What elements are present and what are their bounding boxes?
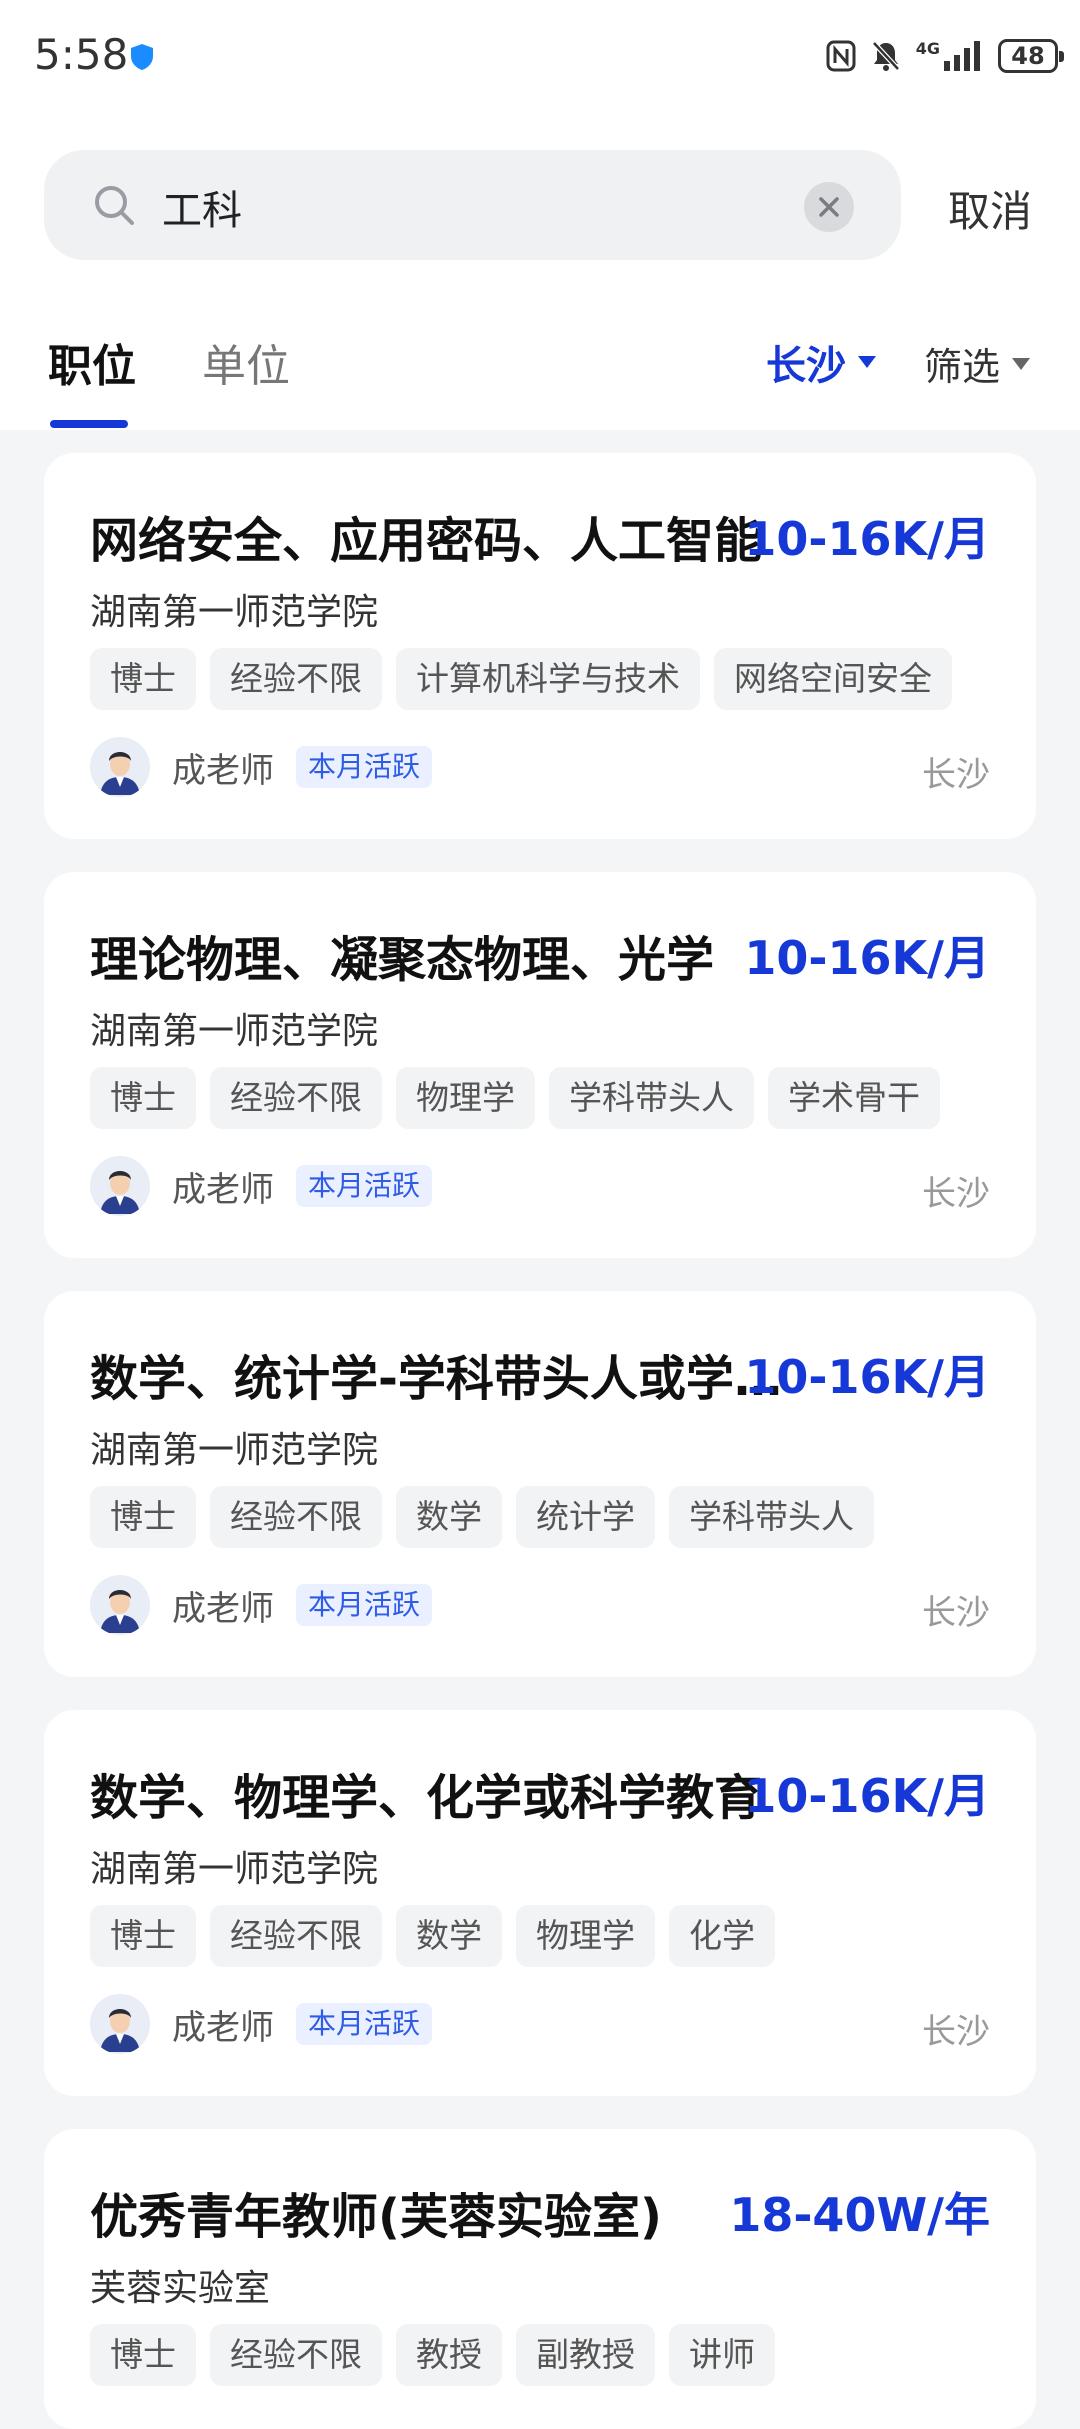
job-tag: 博士 [90, 2324, 196, 2386]
city-filter-label: 长沙 [766, 343, 846, 389]
job-tag: 教授 [396, 2324, 502, 2386]
job-city: 长沙 [922, 755, 990, 795]
job-tag: 博士 [90, 1905, 196, 1967]
caret-down-icon [1012, 357, 1031, 370]
job-title: 优秀青年教师(芙蓉实验室) [90, 2189, 662, 2245]
job-tag: 博士 [90, 648, 196, 710]
job-tag: 化学 [669, 1905, 775, 1967]
job-card[interactable]: 理论物理、凝聚态物理、光学 10-16K/月湖南第一师范学院博士 经验不限 物理学 学科… [44, 872, 1036, 1258]
battery-icon: 48 [998, 39, 1064, 73]
job-salary: 10-16K/月 [744, 512, 990, 566]
job-city: 长沙 [922, 1593, 990, 1633]
job-title: 理论物理、凝聚态物理、光学 [90, 932, 715, 988]
job-tag: 经验不限 [210, 1486, 382, 1548]
employer-name: 湖南第一师范学院 [90, 1430, 379, 1471]
job-tag: 经验不限 [210, 2324, 382, 2386]
nfc-icon [826, 40, 856, 72]
job-tag: 物理学 [396, 1067, 535, 1129]
mute-bell-icon [871, 41, 900, 71]
status-badge: 本月活跃 [296, 746, 433, 788]
tab-employers[interactable]: 单位 [202, 330, 290, 394]
cancel-button[interactable]: 取消 [948, 178, 1032, 239]
job-city: 长沙 [922, 1174, 990, 1214]
caret-down-icon [858, 356, 876, 368]
job-tag: 统计学 [516, 1486, 655, 1548]
job-tag: 学科带头人 [669, 1486, 874, 1548]
recruiter-info: 成老师 本月活跃 [90, 1156, 433, 1216]
job-salary: 18-40W/年 [729, 2188, 990, 2242]
avatar [90, 737, 150, 797]
job-salary: 10-16K/月 [744, 1769, 990, 1823]
shield-icon [131, 44, 153, 70]
employer-name: 湖南第一师范学院 [90, 1849, 379, 1890]
job-tags: 博士 经验不限 数学 统计学 学科带头人 [90, 1486, 874, 1548]
job-tag: 经验不限 [210, 1905, 382, 1967]
avatar [90, 1156, 150, 1216]
recruiter-name: 成老师 [172, 1169, 274, 1210]
close-icon [819, 197, 839, 217]
signal-icon: 4G [916, 41, 984, 71]
job-title: 数学、物理学、化学或科学教育 [90, 1770, 763, 1826]
avatar [90, 1575, 150, 1635]
status-badge: 本月活跃 [296, 2003, 433, 2045]
tab-positions[interactable]: 职位 [48, 330, 136, 394]
search-input[interactable]: 工科 [44, 150, 901, 260]
job-title: 数学、统计学-学科带头人或学术骨干 [90, 1351, 790, 1407]
job-tag: 学术骨干 [768, 1067, 940, 1129]
recruiter-info: 成老师 本月活跃 [90, 737, 433, 797]
recruiter-info: 成老师 本月活跃 [90, 1994, 433, 2054]
job-tag: 讲师 [669, 2324, 775, 2386]
status-badge: 本月活跃 [296, 1165, 433, 1207]
active-tab-indicator [50, 420, 128, 428]
recruiter-name: 成老师 [172, 750, 274, 791]
screen-filter[interactable]: 筛选 [924, 336, 1031, 391]
city-filter[interactable]: 长沙 [766, 333, 876, 391]
job-tag: 数学 [396, 1905, 502, 1967]
recruiter-info: 成老师 本月活跃 [90, 1575, 433, 1635]
job-tag: 经验不限 [210, 1067, 382, 1129]
job-tag: 计算机科学与技术 [396, 648, 700, 710]
job-tag: 博士 [90, 1067, 196, 1129]
job-card[interactable]: 网络安全、应用密码、人工智能 10-16K/月湖南第一师范学院博士 经验不限 计算机科… [44, 453, 1036, 839]
job-tags: 博士 经验不限 数学 物理学 化学 [90, 1905, 775, 1967]
job-tag: 经验不限 [210, 648, 382, 710]
network-type: 4G [915, 39, 940, 58]
job-tag: 网络空间安全 [714, 648, 952, 710]
job-salary: 10-16K/月 [744, 1350, 990, 1404]
employer-name: 湖南第一师范学院 [90, 1011, 379, 1052]
job-tags: 博士 经验不限 计算机科学与技术 网络空间安全 [90, 648, 952, 710]
employer-name: 湖南第一师范学院 [90, 592, 379, 633]
job-tag: 物理学 [516, 1905, 655, 1967]
avatar [90, 1994, 150, 2054]
job-card[interactable]: 数学、物理学、化学或科学教育 10-16K/月湖南第一师范学院博士 经验不限 数学 物理… [44, 1710, 1036, 2096]
job-tags: 博士 经验不限 物理学 学科带头人 学术骨干 [90, 1067, 940, 1129]
recruiter-name: 成老师 [172, 2007, 274, 2048]
job-tag: 学科带头人 [549, 1067, 754, 1129]
status-icons: 4G 48 [826, 36, 1064, 76]
status-badge: 本月活跃 [296, 1584, 433, 1626]
job-title: 网络安全、应用密码、人工智能 [90, 513, 763, 569]
job-tag: 博士 [90, 1486, 196, 1548]
job-tag: 副教授 [516, 2324, 655, 2386]
job-card[interactable]: 优秀青年教师(芙蓉实验室) 18-40W/年芙蓉实验室博士 经验不限 教授 副教授 讲师 [44, 2129, 1036, 2429]
search-query[interactable]: 工科 [162, 178, 242, 236]
job-tags: 博士 经验不限 教授 副教授 讲师 [90, 2324, 775, 2386]
status-time: 5:58 [34, 30, 129, 79]
screen-filter-label: 筛选 [924, 345, 1001, 389]
search-icon [95, 186, 134, 225]
job-card[interactable]: 数学、统计学-学科带头人或学术骨干10-16K/月湖南第一师范学院博士经验不限数… [44, 1291, 1036, 1677]
job-city: 长沙 [922, 2012, 990, 2052]
job-tag: 数学 [396, 1486, 502, 1548]
job-salary: 10-16K/月 [744, 931, 990, 985]
clear-search-button[interactable] [804, 182, 854, 232]
recruiter-name: 成老师 [172, 1588, 274, 1629]
employer-name: 芙蓉实验室 [90, 2268, 271, 2309]
